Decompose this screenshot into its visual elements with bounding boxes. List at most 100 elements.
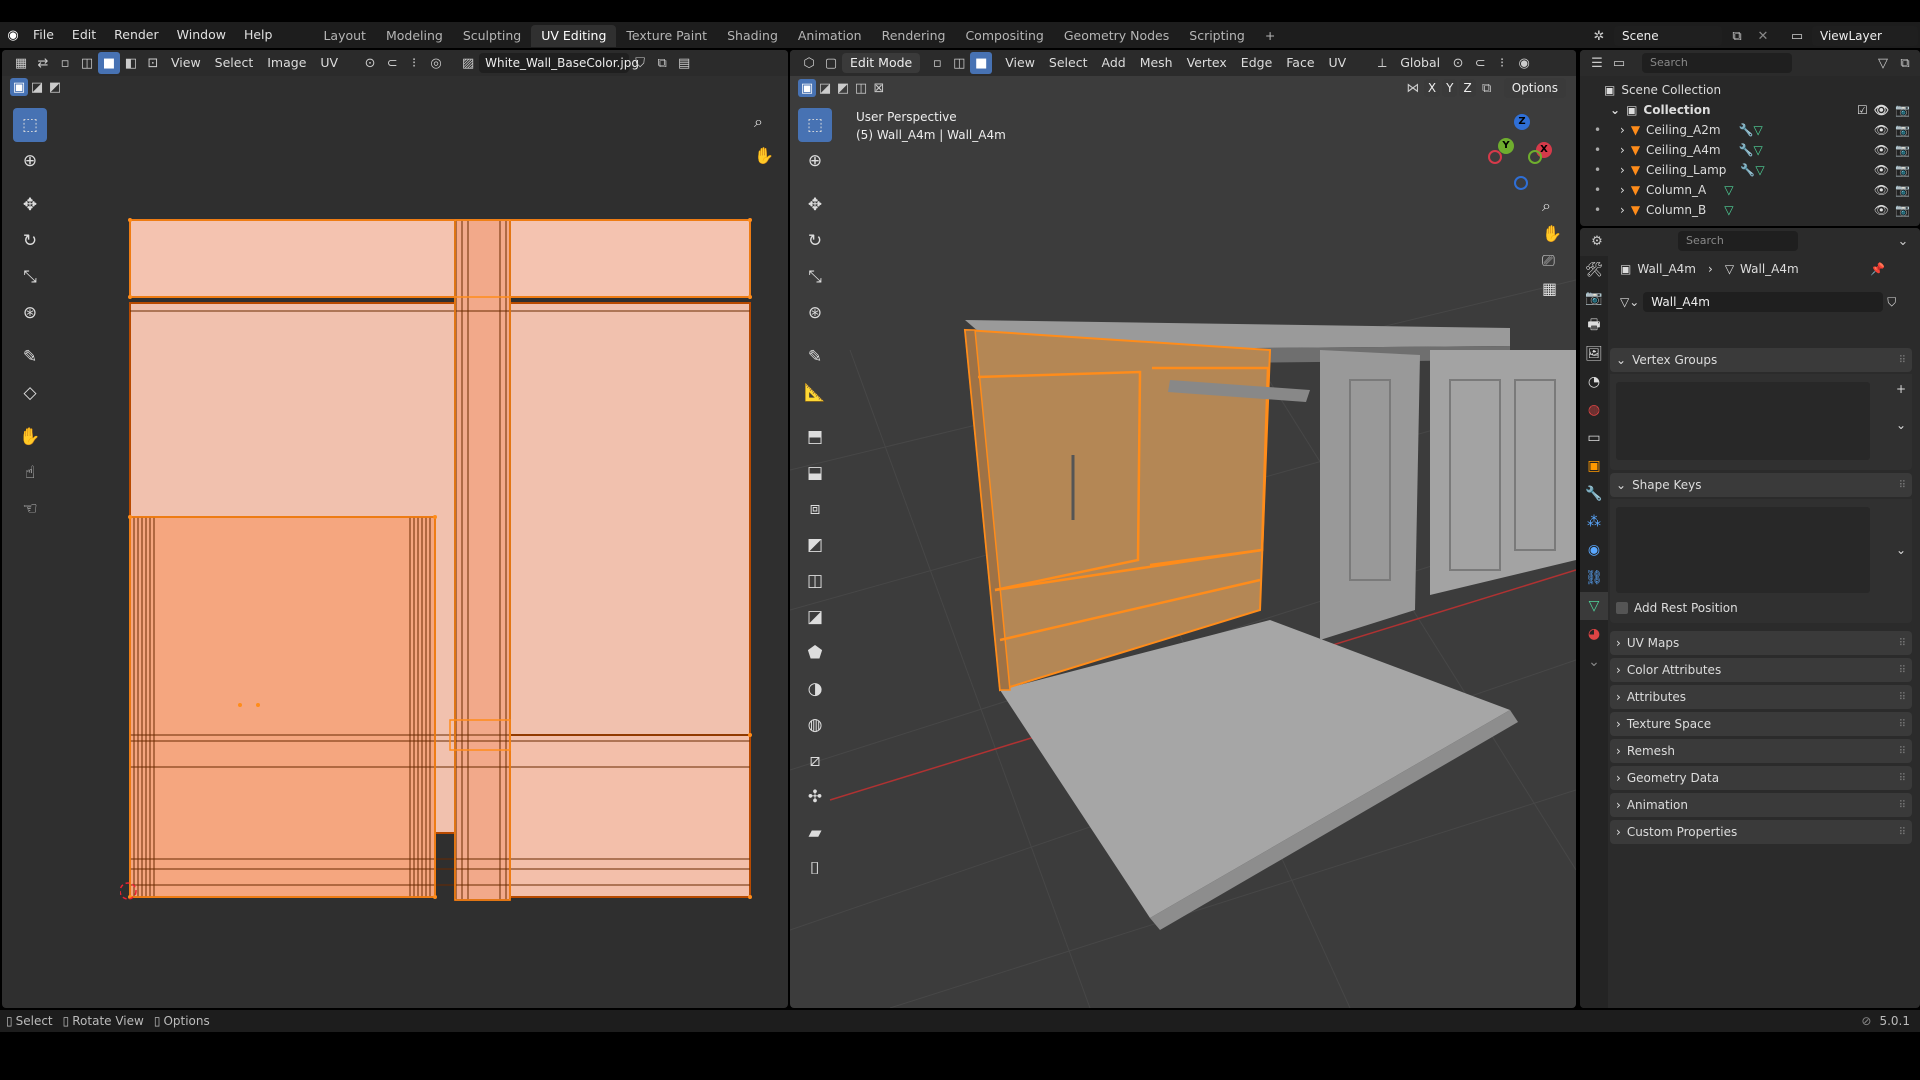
outliner-search[interactable]: Search [1642, 53, 1792, 73]
section-remesh[interactable]: › Remesh ⠿ [1610, 739, 1912, 763]
editor-type-icon[interactable]: ▦ [10, 52, 32, 74]
pivot-icon[interactable]: ⊙ [359, 52, 381, 74]
move-tool-icon[interactable]: ✥ [13, 188, 47, 222]
scene-selector[interactable]: Scene [1614, 26, 1722, 46]
checkbox-icon[interactable]: ☑ [1857, 103, 1868, 117]
uv-menu-image[interactable]: Image [260, 52, 313, 74]
world-tab-icon[interactable]: ◍ [1580, 396, 1608, 424]
pan-icon[interactable]: ✋ [1542, 224, 1562, 243]
measure-tool-icon[interactable]: 📐 [798, 376, 832, 410]
select-box-tool-icon[interactable]: ⬚ [798, 108, 832, 142]
physics-tab-icon[interactable]: ◉ [1580, 536, 1608, 564]
section-uv-maps[interactable]: › UV Maps ⠿ [1610, 631, 1912, 655]
vertex-groups-list[interactable] [1616, 382, 1870, 460]
render-camera-icon[interactable]: 📷 [1895, 143, 1910, 157]
tab-geometry-nodes[interactable]: Geometry Nodes [1054, 25, 1179, 47]
vertex-select-icon[interactable]: ▫ [54, 52, 76, 74]
shape-key-menu-icon[interactable]: ⌄ [1896, 543, 1906, 557]
gizmo-z-axis[interactable]: Z [1514, 114, 1530, 130]
pin-dropdown-icon[interactable]: ⌄ [1892, 230, 1914, 252]
select-box-tool-icon[interactable]: ⬚ [13, 108, 47, 142]
render-camera-icon[interactable]: 📷 [1895, 123, 1910, 137]
grab-tool-icon[interactable]: ✋ [13, 420, 47, 454]
uv-menu-select[interactable]: Select [208, 52, 261, 74]
uv-menu-uv[interactable]: UV [313, 52, 345, 74]
spin-tool-icon[interactable]: ◑ [798, 672, 832, 706]
collection-row[interactable]: ⌄ ▣ Collection ☑ 👁 📷 [1580, 100, 1920, 120]
menu-render[interactable]: Render [105, 22, 168, 48]
rip-tool-icon[interactable]: ◇ [13, 376, 47, 410]
uv-island-top-strip[interactable] [129, 219, 751, 298]
menu-help[interactable]: Help [235, 22, 282, 48]
section-geometry-data[interactable]: › Geometry Data ⠿ [1610, 766, 1912, 790]
tab-animation[interactable]: Animation [788, 25, 872, 47]
render-camera-icon[interactable]: 📷 [1895, 103, 1910, 117]
visibility-eye-icon[interactable]: 👁 [1874, 143, 1889, 157]
render-camera-icon[interactable]: 📷 [1895, 163, 1910, 177]
uv-pan-icon[interactable]: ✋ [754, 146, 774, 165]
data-tab-icon[interactable]: ▽ [1580, 592, 1608, 620]
new-collection-icon[interactable]: ⧉ [1894, 52, 1916, 74]
tab-rendering[interactable]: Rendering [872, 25, 956, 47]
tool-tab-icon[interactable]: 🛠 [1580, 256, 1608, 284]
fake-user-icon[interactable]: ⛉ [1887, 295, 1896, 310]
shear-tool-icon[interactable]: ▰ [798, 816, 832, 850]
section-animation[interactable]: › Animation ⠿ [1610, 793, 1912, 817]
cursor-tool-icon[interactable]: ⊕ [13, 144, 47, 178]
shrink-fatten-tool-icon[interactable]: ✣ [798, 780, 832, 814]
visibility-eye-icon[interactable]: 👁 [1874, 123, 1889, 137]
tab-compositing[interactable]: Compositing [955, 25, 1053, 47]
outliner-item[interactable]: • › ▼ Ceiling_A2m 🔧 ▽ 👁 📷 [1580, 120, 1920, 140]
loop-cut-tool-icon[interactable]: ◫ [798, 564, 832, 598]
collapse-arrow-icon[interactable]: ⌄ [1610, 103, 1620, 117]
section-color-attributes[interactable]: › Color Attributes ⠿ [1610, 658, 1912, 682]
knife-tool-icon[interactable]: ◪ [798, 600, 832, 634]
menu-edit[interactable]: Edit [63, 22, 105, 48]
menu-window[interactable]: Window [168, 22, 235, 48]
shape-keys-list[interactable] [1616, 507, 1870, 593]
sync-selection-icon[interactable]: ⇄ [32, 52, 54, 74]
constraints-tab-icon[interactable]: ⛓ [1580, 564, 1608, 592]
display-mode-icon[interactable]: ▭ [1608, 52, 1630, 74]
select-box-mode-icon[interactable]: ▣ [10, 78, 28, 96]
render-tab-icon[interactable]: 📷 [1580, 284, 1608, 312]
image-name-field[interactable]: White_Wall_BaseColor.jpg [479, 53, 639, 73]
particles-tab-icon[interactable]: ⁂ [1580, 508, 1608, 536]
add-vertex-group-icon[interactable]: + [1896, 382, 1906, 396]
blender-logo-icon[interactable]: ◉ [2, 24, 24, 46]
annotate-tool-icon[interactable]: ✎ [798, 340, 832, 374]
view-layer-tab-icon[interactable]: 🖼 [1580, 340, 1608, 368]
navigation-gizmo[interactable]: Z X Y [1480, 110, 1560, 190]
texture-tab-icon[interactable]: ⌄ [1580, 648, 1608, 676]
section-attributes[interactable]: › Attributes ⠿ [1610, 685, 1912, 709]
add-workspace-button[interactable]: + [1255, 25, 1285, 47]
tab-scripting[interactable]: Scripting [1179, 25, 1255, 47]
scene-tab-icon[interactable]: ◔ [1580, 368, 1608, 396]
bevel-tool-icon[interactable]: ◩ [798, 528, 832, 562]
camera-view-icon[interactable]: ⎚ [1542, 251, 1562, 271]
visibility-eye-icon[interactable]: 👁 [1874, 183, 1889, 197]
uv-layout[interactable] [120, 215, 760, 905]
visibility-eye-icon[interactable]: 👁 [1874, 163, 1889, 177]
collection-tab-icon[interactable]: ▭ [1580, 424, 1608, 452]
edge-slide-tool-icon[interactable]: ⧄ [798, 744, 832, 778]
outliner-item[interactable]: • › ▼ Ceiling_Lamp 🔧 ▽ 👁 📷 [1580, 160, 1920, 180]
delete-scene-icon[interactable]: ✕ [1752, 25, 1774, 47]
new-image-icon[interactable]: ⧉ [651, 52, 673, 74]
vertex-group-menu-icon[interactable]: ⌄ [1896, 418, 1906, 432]
uv-island-bottom-right[interactable] [509, 734, 751, 898]
modifier-tab-icon[interactable]: 🔧 [1580, 480, 1608, 508]
render-camera-icon[interactable]: 📷 [1895, 183, 1910, 197]
section-shape-keys[interactable]: ⌄ Shape Keys ⠿ [1610, 473, 1912, 497]
extrude-region-tool-icon[interactable]: ⬓ [798, 456, 832, 490]
menu-file[interactable]: File [24, 22, 63, 48]
outliner-item[interactable]: • › ▼ Column_B ▽ 👁 📷 [1580, 200, 1920, 220]
unlink-image-icon[interactable]: ▤ [673, 52, 695, 74]
visibility-eye-icon[interactable]: 👁 [1874, 103, 1889, 117]
tab-texture-paint[interactable]: Texture Paint [616, 25, 717, 47]
add-rest-position-checkbox[interactable] [1616, 602, 1628, 614]
rotate-tool-icon[interactable]: ↻ [798, 224, 832, 258]
outliner-item[interactable]: • › ▼ Column_A ▽ 👁 📷 [1580, 180, 1920, 200]
uv-menu-view[interactable]: View [164, 52, 208, 74]
material-tab-icon[interactable]: ◕ [1580, 620, 1608, 648]
